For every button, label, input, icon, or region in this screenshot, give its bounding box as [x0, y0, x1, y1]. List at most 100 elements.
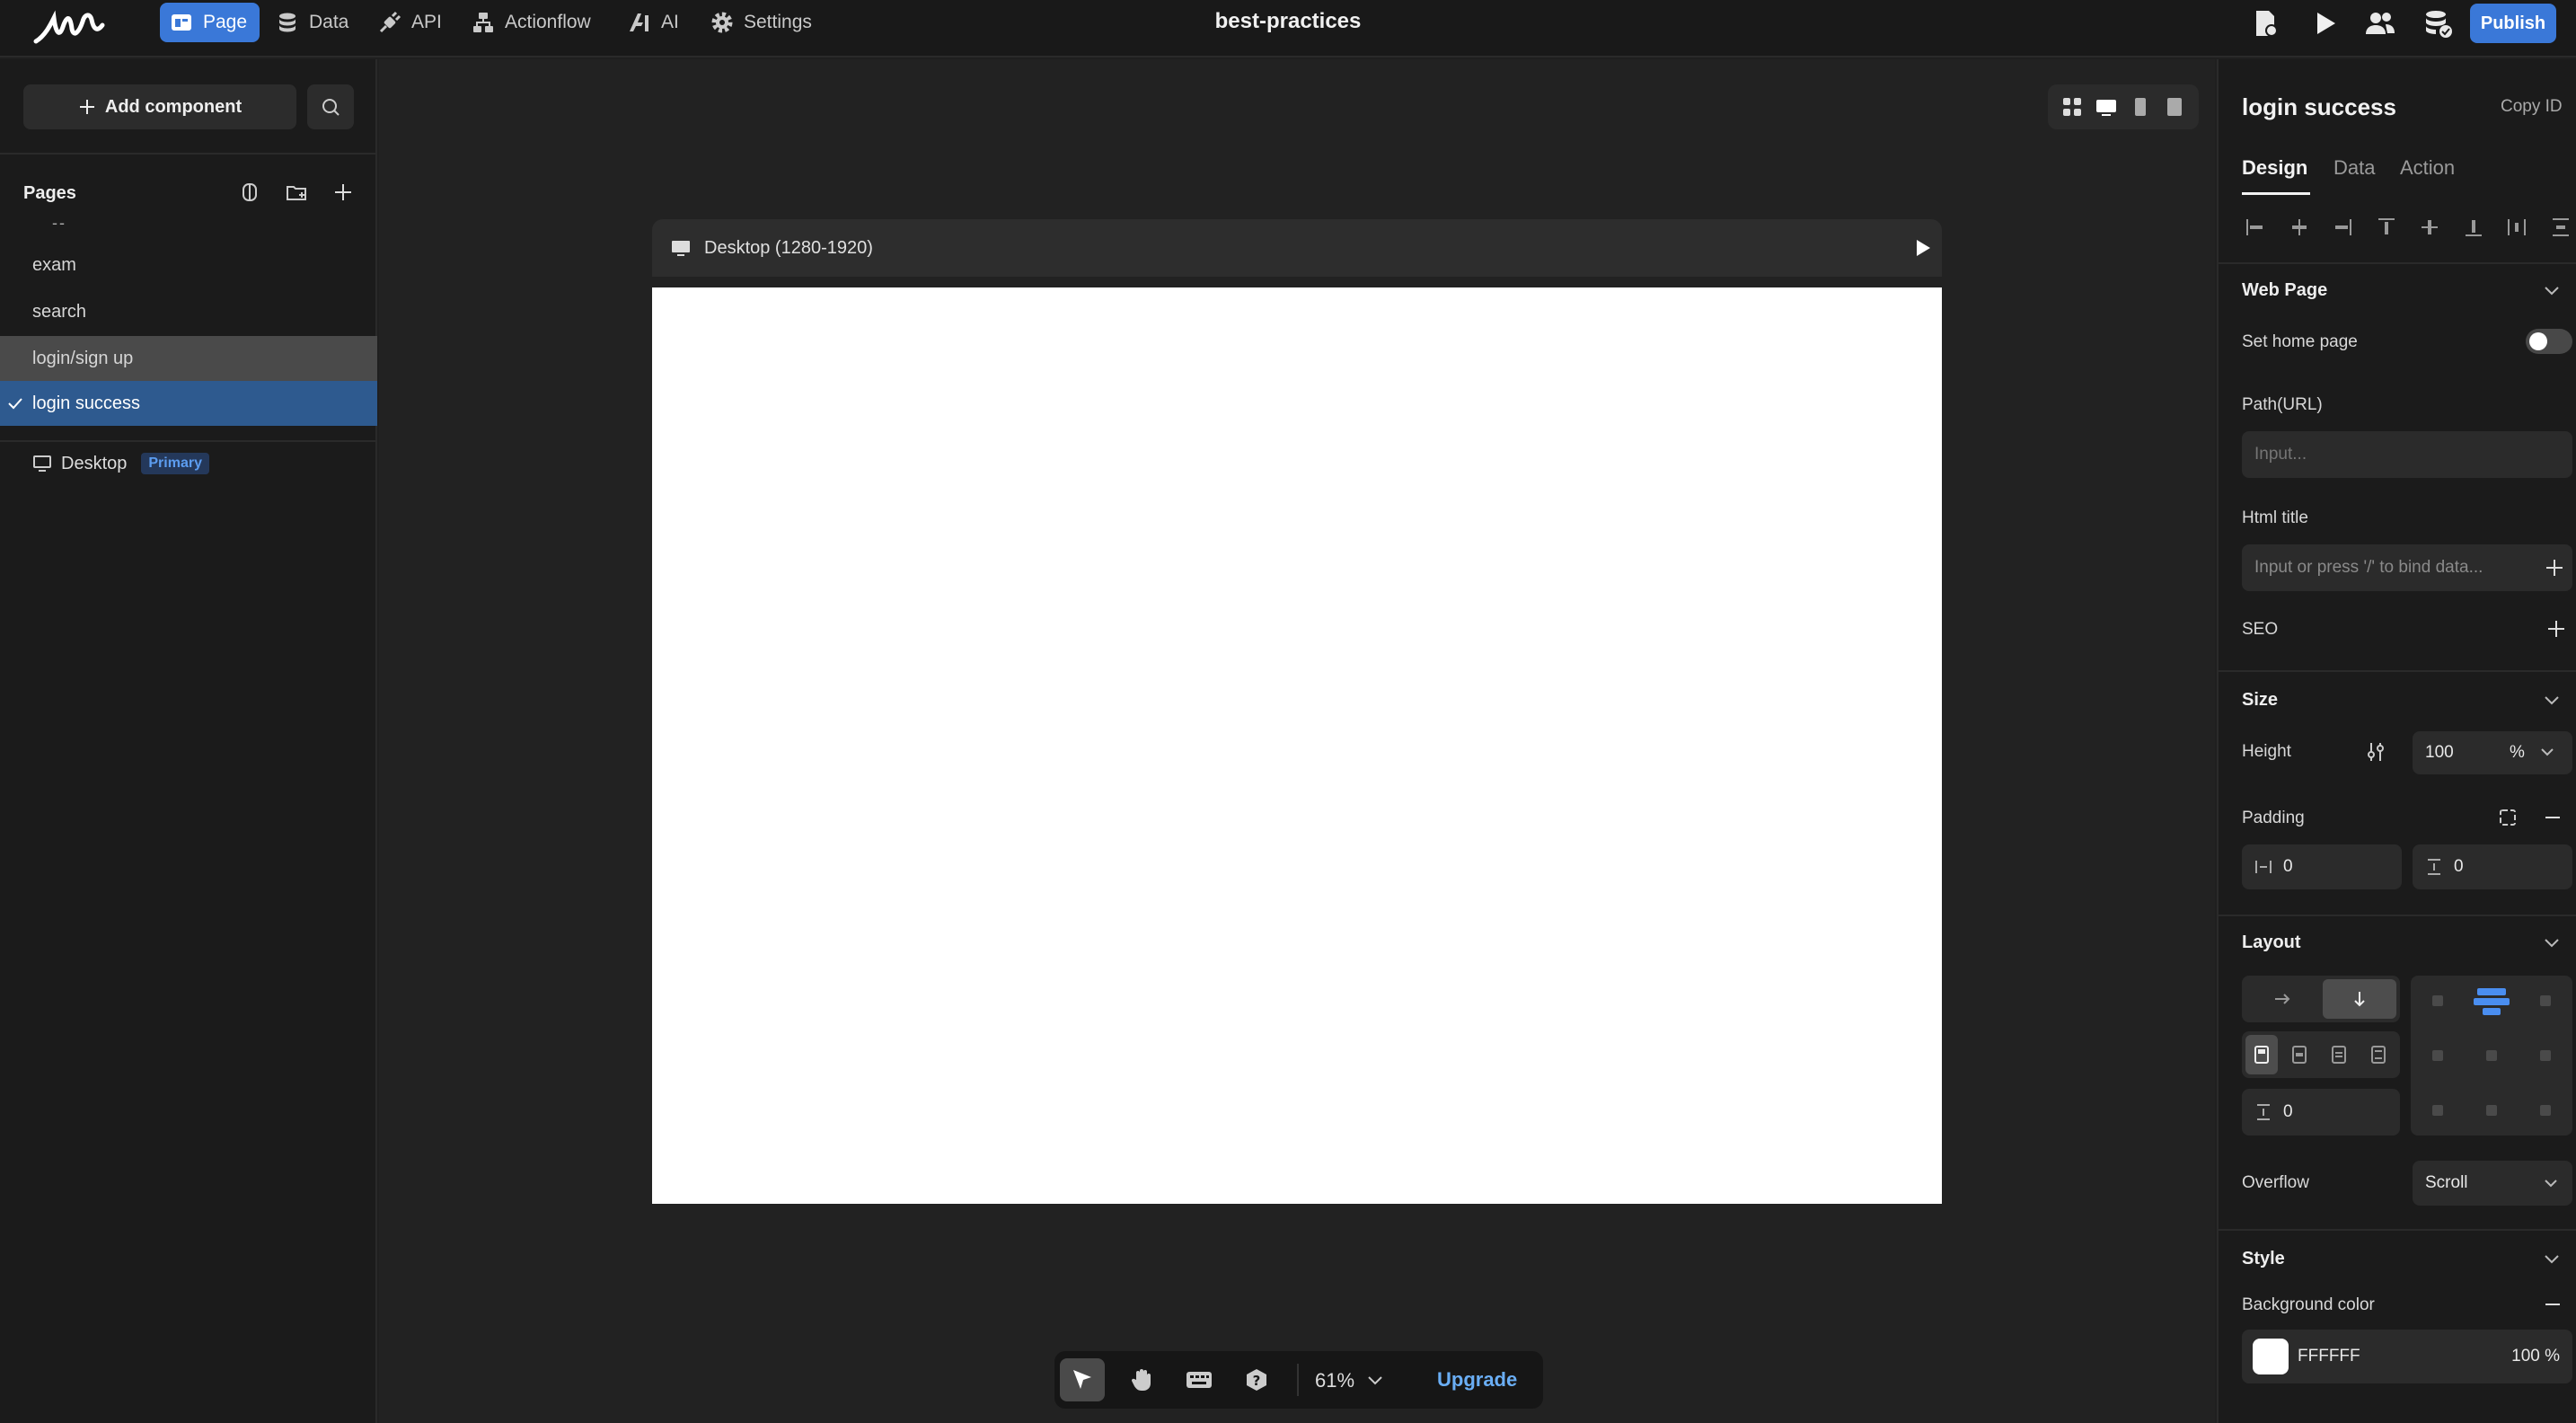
nav-api[interactable]: API	[377, 0, 442, 45]
nav-ai[interactable]: AI	[627, 0, 679, 45]
add-folder-icon[interactable]	[284, 180, 309, 205]
component-search-button[interactable]	[307, 84, 354, 129]
nav-page-label: Page	[203, 12, 248, 32]
canvas[interactable]: Desktop (1280-1920) ? 61% Upgrade	[379, 59, 2215, 1423]
remove-background-icon[interactable]	[2542, 1294, 2563, 1315]
file-status-icon[interactable]	[2249, 7, 2281, 40]
distribute-vertical-icon[interactable]	[2547, 214, 2574, 241]
html-title-input[interactable]: Input or press '/' to bind data...	[2242, 544, 2572, 591]
distribute-center-button[interactable]	[2283, 1035, 2316, 1074]
set-home-page-toggle[interactable]	[2526, 329, 2572, 354]
nav-actionflow[interactable]: Actionflow	[471, 0, 591, 45]
grid-cell-selected[interactable]	[2477, 988, 2506, 995]
chevron-down-icon[interactable]	[2542, 1249, 2562, 1268]
gap-input[interactable]: 0	[2242, 1089, 2400, 1136]
padding-vertical-input[interactable]: 0	[2413, 844, 2572, 889]
page-item-login-success[interactable]: login success	[0, 381, 377, 426]
tab-data[interactable]: Data	[2333, 156, 2375, 180]
device-item-desktop[interactable]: Desktop Primary	[32, 453, 209, 474]
overflow-select[interactable]: Scroll	[2413, 1161, 2572, 1206]
play-icon[interactable]	[2308, 7, 2341, 40]
direction-vertical-button[interactable]	[2323, 979, 2396, 1019]
add-component-button[interactable]: Add component	[23, 84, 296, 129]
align-left-icon[interactable]	[2242, 214, 2269, 241]
grid-cell[interactable]	[2432, 995, 2443, 1006]
database-check-icon[interactable]	[2422, 7, 2454, 40]
chevron-down-icon[interactable]	[2542, 280, 2562, 300]
tab-action[interactable]: Action	[2400, 156, 2455, 180]
page-item-exam[interactable]: exam	[0, 243, 377, 287]
nav-ai-label: AI	[661, 12, 679, 32]
divider	[2219, 915, 2576, 916]
keyboard-shortcuts-button[interactable]	[1177, 1358, 1222, 1401]
gap-value: 0	[2283, 1102, 2293, 1121]
preview-play-icon[interactable]	[1911, 237, 1933, 259]
distribute-horizontal-icon[interactable]	[2503, 214, 2530, 241]
align-middle-icon[interactable]	[2416, 214, 2443, 241]
padding-individual-icon[interactable]	[2497, 807, 2519, 828]
publish-button[interactable]: Publish	[2470, 4, 2556, 43]
copy-id-button[interactable]: Copy ID	[2501, 97, 2563, 117]
height-input[interactable]: 100 %	[2413, 731, 2572, 774]
upgrade-link[interactable]: Upgrade	[1437, 1368, 1517, 1392]
pages-title: Pages	[23, 183, 76, 203]
page-frame[interactable]	[652, 287, 1942, 1204]
zoom-dropdown[interactable]: 61%	[1315, 1369, 1383, 1392]
page-item-search[interactable]: search	[0, 289, 377, 334]
page-settings-icon[interactable]	[237, 180, 262, 205]
search-icon	[322, 99, 340, 116]
grid-view-icon[interactable]	[2060, 95, 2084, 119]
path-url-input[interactable]	[2242, 431, 2572, 478]
tablet-view-icon[interactable]	[2129, 95, 2152, 119]
background-color-input[interactable]: FFFFFF 100 %	[2242, 1330, 2572, 1383]
chevron-down-icon[interactable]	[2540, 746, 2554, 758]
plus-icon[interactable]	[2544, 557, 2565, 579]
size-section-title: Size	[2242, 690, 2279, 710]
height-unit: %	[2510, 743, 2525, 762]
hand-icon	[1131, 1369, 1151, 1391]
mobile-view-icon[interactable]	[2163, 95, 2186, 119]
grid-cell[interactable]	[2540, 1105, 2551, 1116]
hand-tool[interactable]	[1119, 1358, 1164, 1401]
add-page-icon[interactable]	[331, 180, 356, 205]
monitor-icon	[33, 455, 51, 472]
grid-cell[interactable]	[2486, 1050, 2497, 1061]
grid-cell[interactable]	[2540, 995, 2551, 1006]
select-tool[interactable]	[1060, 1358, 1105, 1401]
distribute-end-button[interactable]	[2323, 1035, 2355, 1074]
distribution-toggle	[2242, 1031, 2400, 1078]
grid-cell[interactable]	[2432, 1105, 2443, 1116]
padding-horizontal-value: 0	[2283, 857, 2293, 876]
align-bottom-icon[interactable]	[2460, 214, 2487, 241]
nav-settings[interactable]: Settings	[710, 0, 812, 45]
grid-cell[interactable]	[2486, 1105, 2497, 1116]
app-logo[interactable]	[32, 5, 108, 49]
color-swatch[interactable]	[2253, 1339, 2289, 1374]
help-button[interactable]: ?	[1234, 1358, 1279, 1401]
align-right-icon[interactable]	[2329, 214, 2356, 241]
tab-design[interactable]: Design	[2242, 156, 2307, 180]
pointer-icon	[1073, 1370, 1091, 1389]
size-mode-icon[interactable]	[2364, 740, 2387, 764]
add-seo-icon[interactable]	[2545, 618, 2567, 640]
chevron-down-icon[interactable]	[2542, 690, 2562, 710]
distribute-start-button[interactable]	[2245, 1035, 2278, 1074]
page-label: login success	[32, 393, 141, 413]
grid-cell[interactable]	[2540, 1050, 2551, 1061]
grid-cell[interactable]	[2432, 1050, 2443, 1061]
selected-element-title: login success	[2242, 93, 2396, 120]
alignment-grid[interactable]	[2411, 976, 2572, 1136]
nav-page[interactable]: Page	[160, 3, 260, 42]
chevron-down-icon[interactable]	[2542, 932, 2562, 952]
align-center-h-icon[interactable]	[2286, 214, 2313, 241]
padding-horizontal-input[interactable]: 0	[2242, 844, 2402, 889]
remove-padding-icon[interactable]	[2542, 807, 2563, 828]
distribute-space-button[interactable]	[2362, 1035, 2395, 1074]
desktop-view-icon[interactable]	[2095, 95, 2118, 119]
nav-data[interactable]: Data	[275, 0, 348, 45]
plus-icon	[79, 100, 94, 114]
page-item-login-sign-up[interactable]: login/sign up	[0, 336, 377, 381]
direction-horizontal-button[interactable]	[2245, 979, 2319, 1019]
align-top-icon[interactable]	[2373, 214, 2400, 241]
users-icon[interactable]	[2364, 7, 2396, 40]
